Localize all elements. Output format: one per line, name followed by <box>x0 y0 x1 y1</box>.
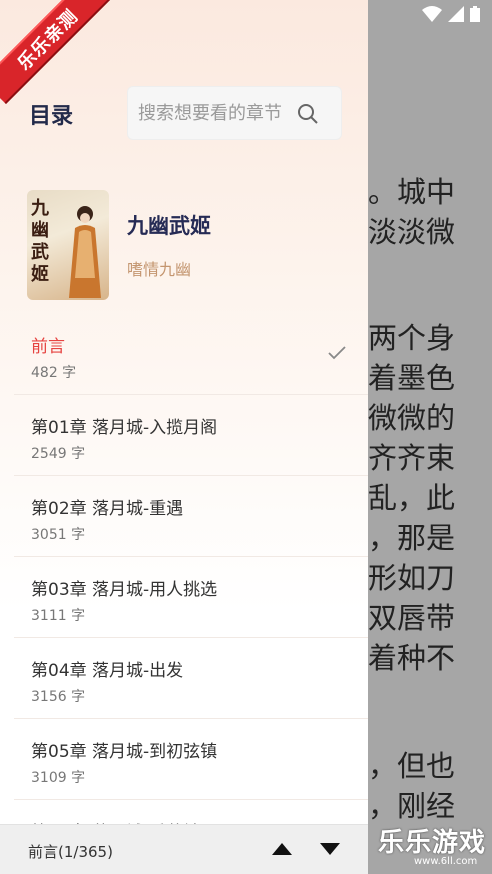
reader-line: ，但也 <box>368 749 456 783</box>
signal-icon <box>448 6 464 22</box>
chapter-name: 第04章 落月城-出发 <box>31 661 184 681</box>
scroll-down-icon[interactable] <box>320 843 340 855</box>
chapter-item[interactable]: 第05章 落月城-到初弦镇 3109 字 <box>14 719 368 800</box>
search-input[interactable] <box>138 87 306 139</box>
reader-line: 微微的 <box>368 401 456 435</box>
chapter-word-count: 3109 字 <box>31 770 86 786</box>
reader-line: 。城中 <box>368 175 456 209</box>
reader-text: 。城中 淡淡微 两个身 着墨色 微微的 齐齐束 乱，此 ，那是 形如刀 双唇带 … <box>368 172 492 826</box>
chapter-word-count: 482 字 <box>31 365 77 381</box>
chapter-progress: 前言(1/365) <box>28 843 113 861</box>
chapter-list: 前言 482 字 第01章 落月城-入揽月阁 2549 字 第02章 落月城-重… <box>14 314 368 874</box>
check-icon <box>328 346 346 360</box>
cover-title: 九幽武姬 <box>31 198 49 285</box>
toc-drawer: 乐乐亲测 目录 九幽武姬 九幽武姬 嗜情九幽 前言 482 字 <box>0 0 368 874</box>
reader-line: 着种不 <box>368 641 456 675</box>
status-bar <box>422 6 480 22</box>
chapter-item[interactable]: 第02章 落月城-重遇 3051 字 <box>14 476 368 557</box>
chapter-word-count: 3111 字 <box>31 608 86 624</box>
reader-line: 两个身 <box>368 321 456 355</box>
book-cover: 九幽武姬 <box>27 190 109 300</box>
chapter-item[interactable]: 第01章 落月城-入揽月阁 2549 字 <box>14 395 368 476</box>
chapter-word-count: 3051 字 <box>31 527 86 543</box>
reader-line: 淡淡微 <box>368 215 456 249</box>
chapter-item[interactable]: 第04章 落月城-出发 3156 字 <box>14 638 368 719</box>
toc-bottom-bar: 前言(1/365) <box>0 824 368 874</box>
chapter-name: 前言 <box>31 337 65 357</box>
book-title: 九幽武姬 <box>127 214 211 238</box>
reader-line: 形如刀 <box>368 561 456 595</box>
reader-line: 齐齐束 <box>368 441 456 475</box>
toc-title: 目录 <box>29 104 74 129</box>
reader-line: ，那是 <box>368 521 456 555</box>
chapter-name: 第02章 落月城-重遇 <box>31 499 184 519</box>
book-header: 九幽武姬 九幽武姬 嗜情九幽 <box>27 190 211 300</box>
promo-ribbon: 乐乐亲测 <box>0 0 113 105</box>
reader-line: ，刚经 <box>368 789 456 823</box>
search-box[interactable] <box>127 86 342 140</box>
reader-line: 着墨色 <box>368 361 456 395</box>
scroll-up-icon[interactable] <box>272 843 292 855</box>
site-watermark: 乐乐游戏 www.6ll.com <box>374 822 492 874</box>
battery-icon <box>470 6 480 22</box>
chapter-item-preface[interactable]: 前言 482 字 <box>14 314 368 395</box>
watermark-title: 乐乐游戏 <box>378 828 487 858</box>
chapter-word-count: 3156 字 <box>31 689 86 705</box>
chapter-word-count: 2549 字 <box>31 446 86 462</box>
chapter-item[interactable]: 第03章 落月城-用人挑选 3111 字 <box>14 557 368 638</box>
chapter-name: 第05章 落月城-到初弦镇 <box>31 742 218 762</box>
chapter-name: 第03章 落月城-用人挑选 <box>31 580 218 600</box>
reader-line: 乱，此 <box>368 481 456 515</box>
search-icon[interactable] <box>297 103 319 125</box>
watermark-url: www.6ll.com <box>414 856 478 867</box>
chapter-name: 第01章 落月城-入揽月阁 <box>31 418 218 438</box>
book-author: 嗜情九幽 <box>127 260 192 279</box>
wifi-icon <box>422 6 442 22</box>
cover-figure-illustration <box>69 206 101 298</box>
reader-line: 双唇带 <box>368 601 456 635</box>
